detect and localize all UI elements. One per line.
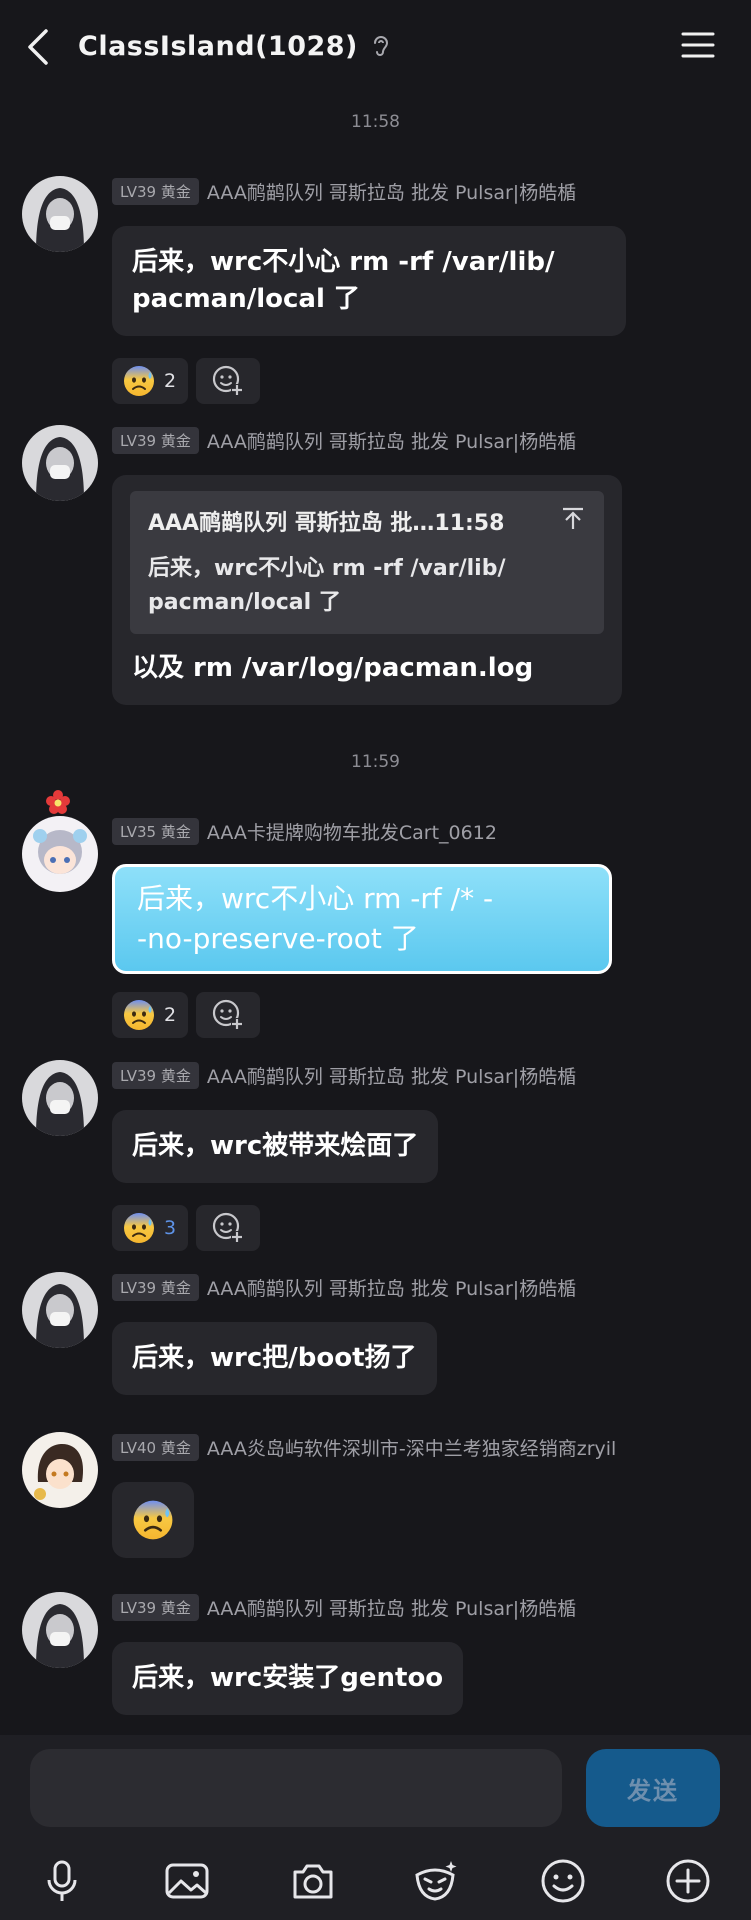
sender-name[interactable]: AAA鸸鹋队列 哥斯拉岛 批发 Pulsar|杨皓楯: [207, 178, 576, 205]
add-emoji-icon: [212, 999, 244, 1030]
back-arrow-icon[interactable]: [24, 27, 56, 67]
avatar[interactable]: [22, 1060, 98, 1136]
jump-to-top-icon[interactable]: [560, 505, 586, 531]
message-bubble[interactable]: 后来，wrc被带来烩面了: [112, 1110, 439, 1183]
cold-sweat-emoji-icon: [124, 1000, 154, 1030]
message-bubble[interactable]: AAA鸸鹋队列 哥斯拉岛 批…11:58 后来，wrc不小心 rm -rf /v…: [112, 475, 622, 705]
quoted-message[interactable]: AAA鸸鹋队列 哥斯拉岛 批…11:58 后来，wrc不小心 rm -rf /v…: [130, 491, 604, 634]
message-bubble[interactable]: 后来，wrc把/boot扬了: [112, 1322, 437, 1395]
timestamp: 11:58: [351, 112, 400, 132]
avatar[interactable]: [22, 425, 98, 501]
ear-icon: [373, 36, 388, 56]
level-badge: LV39 黄金: [112, 1273, 199, 1301]
cold-sweat-emoji-icon: [124, 1213, 154, 1243]
avatar[interactable]: [22, 1592, 98, 1668]
add-reaction-button[interactable]: [196, 1205, 261, 1251]
message-bubble[interactable]: [112, 1482, 194, 1558]
reaction-chip[interactable]: 2: [112, 358, 189, 404]
flower-badge-icon: [46, 790, 70, 814]
level-badge: LV39 黄金: [112, 426, 199, 454]
sender-name[interactable]: AAA鸸鹋队列 哥斯拉岛 批发 Pulsar|杨皓楯: [207, 427, 576, 454]
avatar[interactable]: [22, 1432, 98, 1508]
title-area[interactable]: ClassIsland(1028): [78, 24, 392, 68]
sender-meta: LV39 黄金 AAA鸸鹋队列 哥斯拉岛 批发 Pulsar|杨皓楯: [112, 1272, 576, 1302]
message-bubble[interactable]: 后来，wrc不小心 rm -rf /var/lib/ pacman/local …: [112, 226, 626, 336]
sender-meta: LV39 黄金 AAA鸸鹋队列 哥斯拉岛 批发 Pulsar|杨皓楯: [112, 1592, 576, 1622]
message-bubble[interactable]: 后来，wrc不小心 rm -rf /* - -no-preserve-root …: [112, 864, 612, 974]
message-text: 以及 rm /var/log/pacman.log: [132, 653, 534, 683]
sender-meta: LV39 黄金 AAA鸸鹋队列 哥斯拉岛 批发 Pulsar|杨皓楯: [112, 1060, 576, 1090]
reaction-bar: 3: [112, 1205, 261, 1251]
emoji-icon[interactable]: [539, 1857, 587, 1905]
composer-toolbar: [0, 1847, 751, 1917]
reaction-count: 2: [164, 1004, 177, 1026]
chat-title: ClassIsland(1028): [78, 30, 358, 62]
avatar[interactable]: [22, 816, 98, 892]
reaction-count: 3: [164, 1217, 177, 1239]
sender-meta: LV39 黄金 AAA鸸鹋队列 哥斯拉岛 批发 Pulsar|杨皓楯: [112, 425, 576, 455]
level-badge: LV35 黄金: [112, 817, 199, 845]
quote-author: AAA鸸鹋队列 哥斯拉岛 批…11:58: [148, 511, 505, 536]
image-icon[interactable]: [163, 1857, 211, 1905]
sender-name[interactable]: AAA炎岛屿软件深圳市-深中兰考独家经销商zryil: [207, 1434, 617, 1461]
quote-text: 后来，wrc不小心 rm -rf /var/lib/ pacman/local …: [148, 556, 506, 615]
plus-icon[interactable]: [664, 1857, 712, 1905]
timestamp: 11:59: [351, 752, 400, 772]
level-badge: LV40 黄金: [112, 1433, 199, 1461]
sender-name[interactable]: AAA卡提牌购物车批发Cart_0612: [207, 818, 497, 845]
avatar[interactable]: [22, 176, 98, 252]
reaction-count: 2: [164, 370, 177, 392]
cold-sweat-emoji-icon: [133, 1500, 173, 1540]
reaction-bar: 2: [112, 358, 261, 404]
level-badge: LV39 黄金: [112, 177, 199, 205]
sender-name[interactable]: AAA鸸鹋队列 哥斯拉岛 批发 Pulsar|杨皓楯: [207, 1594, 576, 1621]
reaction-chip[interactable]: 3: [112, 1205, 189, 1251]
microphone-icon[interactable]: [38, 1857, 86, 1905]
level-badge: LV39 黄金: [112, 1593, 199, 1621]
sender-name[interactable]: AAA鸸鹋队列 哥斯拉岛 批发 Pulsar|杨皓楯: [207, 1274, 576, 1301]
cold-sweat-emoji-icon: [124, 366, 154, 396]
avatar[interactable]: [22, 1272, 98, 1348]
add-reaction-button[interactable]: [196, 992, 261, 1038]
camera-icon[interactable]: [289, 1857, 337, 1905]
sender-meta: LV40 黄金 AAA炎岛屿软件深圳市-深中兰考独家经销商zryil: [112, 1432, 616, 1462]
message-bubble[interactable]: 后来，wrc安装了gentoo: [112, 1642, 464, 1715]
level-badge: LV39 黄金: [112, 1061, 199, 1089]
sender-meta: LV39 黄金 AAA鸸鹋队列 哥斯拉岛 批发 Pulsar|杨皓楯: [112, 176, 576, 206]
composer-panel: 发送: [0, 1735, 751, 1920]
reaction-bar: 2: [112, 992, 261, 1038]
sender-meta: LV35 黄金 AAA卡提牌购物车批发Cart_0612: [112, 816, 497, 846]
sender-name[interactable]: AAA鸸鹋队列 哥斯拉岛 批发 Pulsar|杨皓楯: [207, 1062, 576, 1089]
chat-header: ClassIsland(1028): [0, 0, 751, 92]
menu-icon[interactable]: [681, 30, 715, 60]
add-emoji-icon: [212, 1212, 244, 1243]
sticker-icon[interactable]: [411, 1857, 459, 1905]
add-emoji-icon: [212, 365, 244, 396]
reaction-chip[interactable]: 2: [112, 992, 189, 1038]
message-input[interactable]: [30, 1749, 562, 1827]
add-reaction-button[interactable]: [196, 358, 261, 404]
send-button[interactable]: 发送: [586, 1749, 720, 1827]
